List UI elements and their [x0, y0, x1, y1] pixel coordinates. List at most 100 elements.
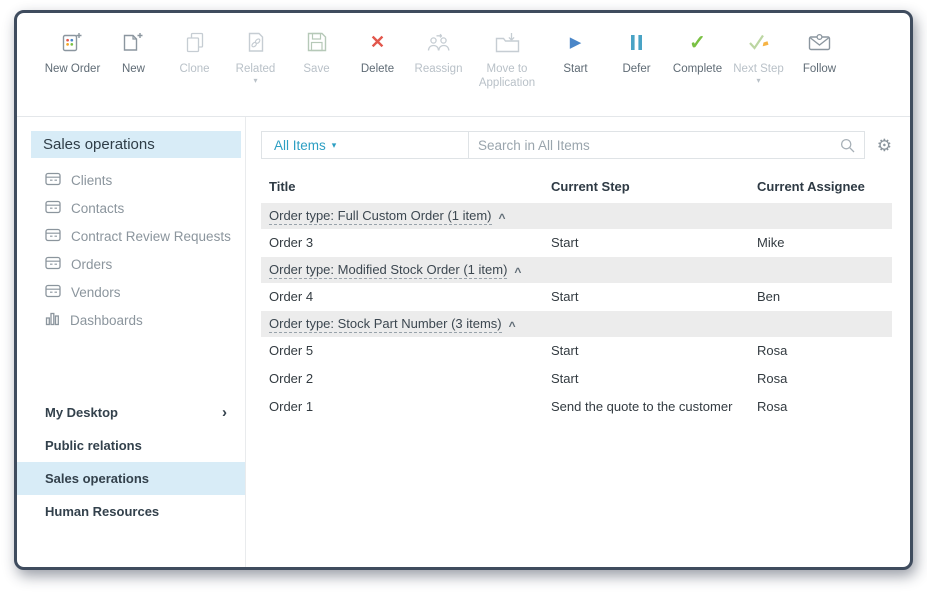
gear-icon[interactable]: ⚙: [877, 137, 892, 154]
column-header-current-assignee[interactable]: Current Assignee: [749, 169, 892, 203]
app-window: New Order New Clone Related ▾ Save ✕ Delete Reas…: [14, 10, 913, 570]
toolbar-button-label: New: [121, 63, 145, 75]
sidebar-item-contract-review-requests[interactable]: Contract Review Requests: [17, 222, 245, 250]
toolbar-button-label: Start: [563, 63, 588, 75]
toolbar-button-defer[interactable]: Defer: [607, 29, 666, 76]
related-icon: [247, 29, 265, 55]
toolbar-button-start[interactable]: ▶ Start: [546, 29, 605, 76]
toolbar-button-new[interactable]: New: [104, 29, 163, 76]
collapse-icon[interactable]: ^: [514, 265, 521, 279]
filter-bar: All Items ▾ ⚙: [261, 131, 892, 159]
toolbar: New Order New Clone Related ▾ Save ✕ Delete Reas…: [17, 13, 910, 117]
cell-title[interactable]: Order 4: [261, 283, 543, 311]
group-header-row[interactable]: Order type: Stock Part Number (3 items) ^: [261, 311, 892, 337]
cell-current-assignee: Mike: [757, 235, 785, 250]
bar-chart-icon: [45, 312, 60, 329]
view-search-box: All Items ▾: [261, 131, 865, 159]
main-panel: All Items ▾ ⚙ TitleCurrent StepCurrent A…: [245, 117, 910, 567]
toolbar-button-label: Related ▾: [235, 63, 276, 86]
sidebar-workspace-list: My Desktop › Public relations Sales operati…: [17, 396, 245, 528]
toolbar-button-follow[interactable]: Follow: [790, 29, 849, 76]
sidebar-item-contacts[interactable]: Contacts: [17, 194, 245, 222]
cell-current-step: Send the quote to the customer: [551, 399, 733, 414]
table-row[interactable]: Order 1 Send the quote to the customer Ros…: [261, 393, 892, 421]
reassign-icon: [427, 29, 451, 55]
cell-current-assignee: Rosa: [757, 399, 788, 414]
group-header-row[interactable]: Order type: Modified Stock Order (1 item…: [261, 257, 892, 283]
workspace-item-human-resources[interactable]: Human Resources: [17, 495, 245, 528]
search-box: [468, 132, 864, 158]
toolbar-button-label: Defer: [622, 63, 651, 75]
toolbar-button-save[interactable]: Save: [287, 29, 346, 76]
table-row[interactable]: Order 2 Start Rosa: [261, 365, 892, 393]
toolbar-button-related[interactable]: Related ▾: [226, 29, 285, 85]
sidebar-item-label: Contacts: [71, 200, 125, 216]
toolbar-button-label: Complete: [672, 63, 723, 75]
cell-current-assignee: Rosa: [757, 343, 788, 358]
collapse-icon[interactable]: ^: [509, 319, 516, 333]
toolbar-button-label: Follow: [802, 63, 837, 75]
table-icon: [45, 256, 61, 273]
search-icon[interactable]: [840, 138, 855, 153]
table-row[interactable]: Order 5 Start Rosa: [261, 337, 892, 365]
toolbar-button-label: Save: [303, 63, 330, 75]
orders-table: Title Current Step Current Assignee Order …: [261, 169, 892, 421]
column-header-title[interactable]: Title: [261, 169, 543, 203]
cell-title[interactable]: Order 5: [261, 337, 543, 365]
sidebar-item-label: Clients: [71, 172, 113, 188]
toolbar-button-label: Move to Application: [478, 63, 536, 90]
save-icon: [307, 29, 327, 55]
toolbar-button-reassign[interactable]: Reassign: [409, 29, 468, 76]
workspace-item-my-desktop[interactable]: My Desktop ›: [17, 396, 245, 429]
group-header-label[interactable]: Order type: Stock Part Number (3 items): [269, 316, 502, 333]
cell-title[interactable]: Order 1: [261, 393, 543, 421]
toolbar-button-delete[interactable]: ✕ Delete: [348, 29, 407, 76]
column-header-current-step[interactable]: Current Step: [543, 169, 749, 203]
sidebar: Sales operations Clients Contacts Contract…: [17, 117, 245, 567]
toolbar-button-new-order[interactable]: New Order: [43, 29, 102, 76]
sidebar-item-label: Orders: [71, 256, 113, 272]
view-selector[interactable]: All Items ▾: [262, 132, 468, 158]
table-header: Title Current Step Current Assignee: [261, 169, 892, 203]
start-icon: ▶: [569, 34, 582, 51]
sidebar-title: Sales operations: [31, 131, 241, 158]
sidebar-table-list: Clients Contacts Contract Review Requests O…: [17, 166, 245, 334]
collapse-icon[interactable]: ^: [499, 211, 506, 225]
chevron-down-icon: ▾: [756, 76, 761, 86]
sidebar-item-clients[interactable]: Clients: [17, 166, 245, 194]
workspace-item-public-relations[interactable]: Public relations: [17, 429, 245, 462]
search-input[interactable]: [478, 137, 840, 153]
table-icon: [45, 200, 61, 217]
sidebar-item-label: Contract Review Requests: [71, 228, 231, 244]
view-selector-label: All Items: [274, 137, 326, 153]
cell-title[interactable]: Order 2: [261, 365, 543, 393]
cell-title[interactable]: Order 3: [261, 229, 543, 257]
sidebar-item-label: Vendors: [71, 284, 121, 300]
group-header-label[interactable]: Order type: Modified Stock Order (1 item…: [269, 262, 508, 279]
cell-current-assignee: Rosa: [757, 371, 788, 386]
cell-current-step: Start: [551, 235, 579, 250]
clone-icon: [185, 29, 205, 55]
toolbar-button-label: Delete: [360, 63, 395, 75]
toolbar-button-clone[interactable]: Clone: [165, 29, 224, 76]
chevron-right-icon: ›: [222, 404, 227, 421]
sidebar-item-vendors[interactable]: Vendors: [17, 278, 245, 306]
workspace-item-sales-operations[interactable]: Sales operations: [17, 462, 245, 495]
toolbar-button-next-step[interactable]: Next Step ▾: [729, 29, 788, 85]
workspace-item-label: Human Resources: [45, 504, 160, 519]
table-row[interactable]: Order 3 Start Mike: [261, 229, 892, 257]
table-row[interactable]: Order 4 Start Ben: [261, 283, 892, 311]
sidebar-item-orders[interactable]: Orders: [17, 250, 245, 278]
sidebar-item-label: Dashboards: [70, 312, 143, 328]
defer-icon: [630, 29, 643, 55]
group-header-row[interactable]: Order type: Full Custom Order (1 item) ^: [261, 203, 892, 229]
group-header-label[interactable]: Order type: Full Custom Order (1 item): [269, 208, 492, 225]
workspace-item-label: Sales operations: [45, 471, 150, 486]
cell-current-step: Start: [551, 343, 579, 358]
toolbar-button-label: Reassign: [414, 63, 463, 75]
table-icon: [45, 172, 61, 189]
sidebar-item-dashboards[interactable]: Dashboards: [17, 306, 245, 334]
toolbar-button-complete[interactable]: ✓ Complete: [668, 29, 727, 76]
toolbar-button-move-to-application[interactable]: Move to Application: [470, 29, 544, 91]
orders-table-body: Order type: Full Custom Order (1 item) ^ O…: [261, 203, 892, 421]
